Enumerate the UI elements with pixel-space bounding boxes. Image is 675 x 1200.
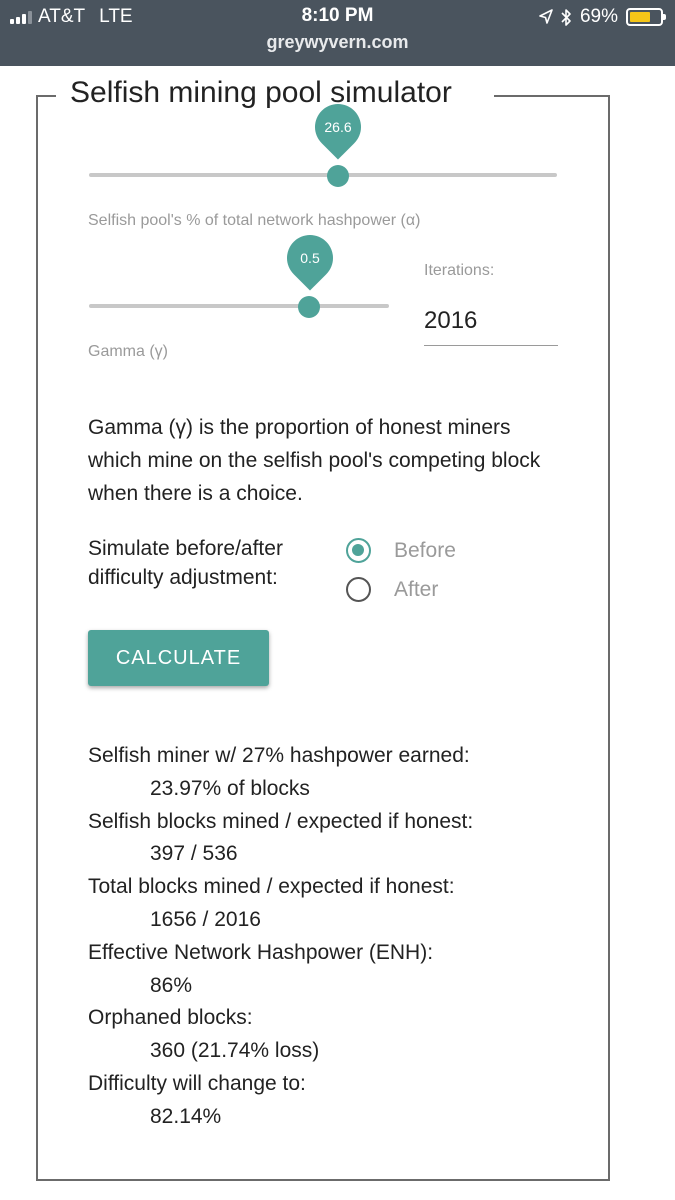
gamma-description: Gamma (γ) is the proportion of honest mi…	[88, 416, 541, 505]
result-label: Orphaned blocks:	[88, 1006, 253, 1030]
result-label: Selfish miner w/ 27% hashpower earned:	[88, 744, 470, 767]
gamma-slider-caption: Gamma (γ)	[88, 343, 168, 360]
page-title: Selfish mining pool simulator	[70, 76, 452, 109]
result-value: 82.14%	[150, 1104, 222, 1128]
status-bar-right: 69%	[539, 5, 666, 29]
fieldset-border	[36, 1179, 610, 1181]
iterations-label: Iterations:	[424, 262, 495, 279]
gamma-slider-thumb[interactable]	[298, 296, 320, 318]
simulate-label: Simulate before/after difficulty adjustm…	[88, 537, 283, 589]
result-value: 1656 / 2016	[150, 907, 261, 931]
bluetooth-icon	[561, 8, 571, 26]
radio-after[interactable]: After	[346, 577, 438, 602]
iterations-input[interactable]	[424, 296, 558, 346]
radio-before-label[interactable]: Before	[394, 539, 456, 563]
calculate-button[interactable]: CALCULATE	[88, 630, 269, 686]
status-bar: AT&T LTE 8:10 PM greywyvern.com 69%	[0, 0, 675, 66]
address-bar-url[interactable]: greywyvern.com	[0, 32, 675, 53]
radio-before-button[interactable]	[346, 538, 371, 563]
result-value: 360 (21.74% loss)	[150, 1039, 320, 1063]
result-label: Difficulty will change to:	[88, 1071, 306, 1095]
radio-after-label[interactable]: After	[394, 578, 438, 602]
gamma-slider-track[interactable]	[89, 304, 389, 308]
result-label: Effective Network Hashpower (ENH):	[88, 940, 434, 964]
result-value: 397 / 536	[150, 842, 238, 866]
fieldset-border	[494, 95, 610, 97]
battery-icon	[626, 8, 666, 26]
gamma-value-label: 0.5	[300, 250, 320, 266]
fieldset-border	[608, 95, 610, 1180]
alpha-slider-track[interactable]	[89, 173, 557, 177]
result-label: Selfish blocks mined / expected if hones…	[88, 809, 474, 833]
result-value: 86%	[150, 973, 193, 997]
result-label: Total blocks mined / expected if honest:	[88, 875, 455, 899]
fieldset-border	[36, 95, 56, 97]
fieldset-border	[36, 95, 38, 1180]
alpha-slider-caption: Selfish pool's % of total network hashpo…	[88, 212, 421, 229]
radio-after-button[interactable]	[346, 577, 371, 602]
battery-percent: 69%	[579, 6, 618, 27]
radio-before[interactable]: Before	[346, 538, 456, 563]
alpha-slider-thumb[interactable]	[327, 165, 349, 187]
alpha-value-label: 26.6	[324, 119, 352, 135]
battery-level-fill	[630, 12, 650, 22]
location-arrow-icon	[539, 9, 553, 24]
results-panel: Selfish miner w/ 27% hashpower earned: 2…	[88, 740, 588, 1134]
result-value: 23.97% of blocks	[150, 776, 310, 800]
